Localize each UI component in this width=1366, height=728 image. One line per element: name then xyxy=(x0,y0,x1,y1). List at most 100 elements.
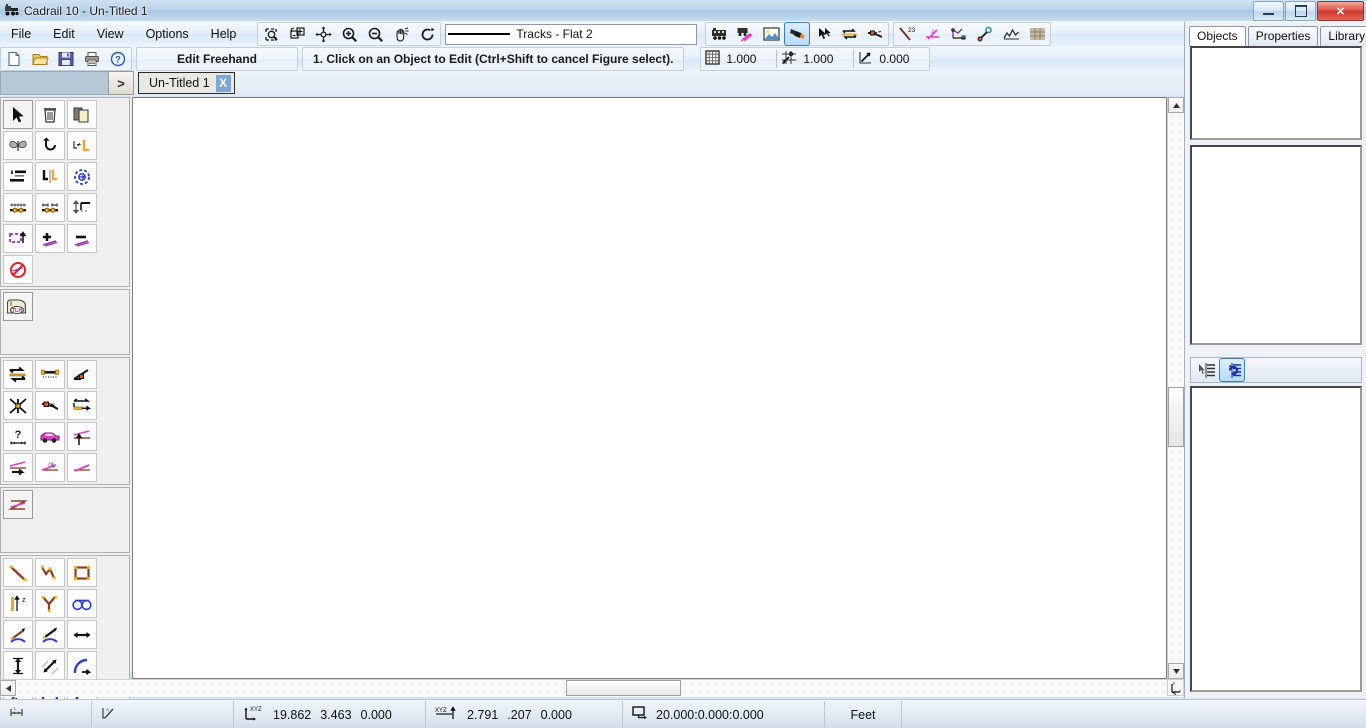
open-folder-icon[interactable] xyxy=(27,47,53,71)
tool-measure-query[interactable]: ? xyxy=(3,422,33,451)
menu-file[interactable]: File xyxy=(0,24,42,44)
document-tab-close-icon[interactable]: X xyxy=(215,74,231,92)
objects-list-panel-bottom[interactable] xyxy=(1190,386,1362,692)
view-tools-group xyxy=(257,22,442,46)
zoom-extents-icon[interactable] xyxy=(284,22,310,46)
tool-height-z[interactable]: z xyxy=(3,589,33,618)
tool-grade-plus[interactable] xyxy=(35,224,65,253)
tool-no-grade[interactable] xyxy=(3,255,33,284)
tool-arc-arrow[interactable] xyxy=(67,651,97,680)
save-disk-icon[interactable] xyxy=(53,47,79,71)
tool-angle-lines[interactable] xyxy=(35,589,65,618)
tool-elevate[interactable] xyxy=(67,193,97,222)
line-style-combo[interactable]: Tracks - Flat 2 xyxy=(445,23,698,45)
angle-field[interactable]: 0.000 xyxy=(873,52,925,66)
tool-butterfly[interactable] xyxy=(3,131,33,160)
tool-distribute[interactable] xyxy=(35,193,65,222)
tool-space-evenly[interactable] xyxy=(3,193,33,222)
tool-polyline[interactable] xyxy=(35,558,65,587)
tool-align-horizontal[interactable] xyxy=(3,162,33,191)
tool-rectangle[interactable] xyxy=(67,558,97,587)
tool-tangent-arc[interactable] xyxy=(3,620,33,649)
tool-track-extend[interactable] xyxy=(67,391,97,420)
tool-track-raise[interactable] xyxy=(67,422,97,451)
elevation-profile-icon[interactable] xyxy=(998,22,1024,46)
menu-view[interactable]: View xyxy=(86,24,135,44)
close-button[interactable]: ✕ xyxy=(1317,1,1364,21)
tab-overflow-button[interactable]: > xyxy=(108,71,134,95)
rotate-view-icon[interactable] xyxy=(414,22,440,46)
menu-options[interactable]: Options xyxy=(135,24,200,44)
tool-track-slope[interactable] xyxy=(67,453,97,482)
scroll-left-button[interactable] xyxy=(0,680,16,696)
pan-move-icon[interactable] xyxy=(310,22,336,46)
snap-size-field[interactable]: 1.000 xyxy=(797,52,849,66)
tool-two-circles[interactable] xyxy=(67,589,97,618)
texture-grid-icon[interactable] xyxy=(1024,22,1050,46)
connect-track-icon[interactable] xyxy=(862,22,888,46)
tab-objects[interactable]: Objects xyxy=(1189,26,1246,46)
tool-vertical-dim[interactable] xyxy=(3,651,33,680)
zoom-in-icon[interactable] xyxy=(336,22,362,46)
grid-size-field[interactable]: 1.000 xyxy=(720,52,772,66)
print-icon[interactable] xyxy=(79,47,105,71)
tool-line[interactable] xyxy=(3,558,33,587)
minimize-button[interactable] xyxy=(1253,1,1284,21)
tool-grade-minus[interactable] xyxy=(67,224,97,253)
tool-group-raise[interactable] xyxy=(3,224,33,253)
scroll-down-button[interactable] xyxy=(1168,663,1184,679)
tool-turnout-node[interactable] xyxy=(35,391,65,420)
link-node-icon[interactable] xyxy=(972,22,998,46)
canvas-horizontal-scrollbar[interactable] xyxy=(0,679,1183,697)
tool-undo-rotate[interactable] xyxy=(35,131,65,160)
train-run-icon[interactable] xyxy=(706,22,732,46)
menu-help[interactable]: Help xyxy=(200,24,248,44)
document-tab[interactable]: Un-Titled 1 X xyxy=(138,72,235,94)
tool-select-arrow[interactable] xyxy=(3,100,33,129)
hand-drag-icon[interactable] xyxy=(388,22,414,46)
tool-align-vertical[interactable] xyxy=(35,162,65,191)
tool-track-split[interactable] xyxy=(35,453,65,482)
window-title: Cadrail 10 - Un-Titled 1 xyxy=(24,3,148,18)
zoom-window-icon[interactable] xyxy=(258,22,284,46)
tool-rotate-about[interactable] xyxy=(67,162,97,191)
menu-edit[interactable]: Edit xyxy=(42,24,86,44)
tool-transition-curve[interactable] xyxy=(3,490,33,519)
tool-parallel-tracks[interactable] xyxy=(3,360,33,389)
flashlight-icon[interactable] xyxy=(784,22,811,46)
tool-horizontal-dim[interactable] xyxy=(67,620,97,649)
tool-track-end-node[interactable] xyxy=(67,360,97,389)
refresh-list-icon[interactable] xyxy=(1219,358,1245,382)
tool-crossing[interactable] xyxy=(3,391,33,420)
tool-delete[interactable] xyxy=(35,100,65,129)
tool-car[interactable] xyxy=(35,422,65,451)
scenery-image-icon[interactable] xyxy=(758,22,784,46)
zoom-out-icon[interactable] xyxy=(362,22,388,46)
tool-track-gauge[interactable] xyxy=(35,360,65,389)
tool-move-to-corner[interactable] xyxy=(67,131,97,160)
tab-properties[interactable]: Properties xyxy=(1247,26,1319,46)
objects-list-panel-top[interactable] xyxy=(1190,46,1362,140)
tool-arc-tangent-2[interactable] xyxy=(35,620,65,649)
help-about-icon[interactable]: ? xyxy=(105,47,131,71)
tab-library[interactable]: Library xyxy=(1320,26,1366,46)
tool-diagonal-dim[interactable] xyxy=(35,651,65,680)
angle-measure-icon[interactable]: 4 xyxy=(920,22,946,46)
train-edit-icon[interactable] xyxy=(732,22,758,46)
dimension-23-icon[interactable]: 23 xyxy=(894,22,920,46)
new-document-icon[interactable] xyxy=(1,47,27,71)
scroll-up-button[interactable] xyxy=(1168,97,1184,113)
objects-list-panel-middle[interactable] xyxy=(1190,145,1362,345)
maximize-button[interactable] xyxy=(1285,1,1316,21)
canvas-vertical-scrollbar[interactable] xyxy=(1167,97,1184,679)
area-measure-icon[interactable] xyxy=(946,22,972,46)
canvas-vscroll-thumb[interactable] xyxy=(1168,387,1184,447)
flip-track-icon[interactable] xyxy=(836,22,862,46)
tool-tlh-tape[interactable]: TLH xyxy=(3,292,33,321)
drawing-canvas[interactable] xyxy=(132,97,1167,679)
canvas-hscroll-thumb[interactable] xyxy=(566,680,681,696)
tool-track-push[interactable] xyxy=(3,453,33,482)
select-list-icon[interactable] xyxy=(1193,358,1219,382)
tool-copy[interactable] xyxy=(67,100,97,129)
select-arrows-icon[interactable] xyxy=(810,22,836,46)
